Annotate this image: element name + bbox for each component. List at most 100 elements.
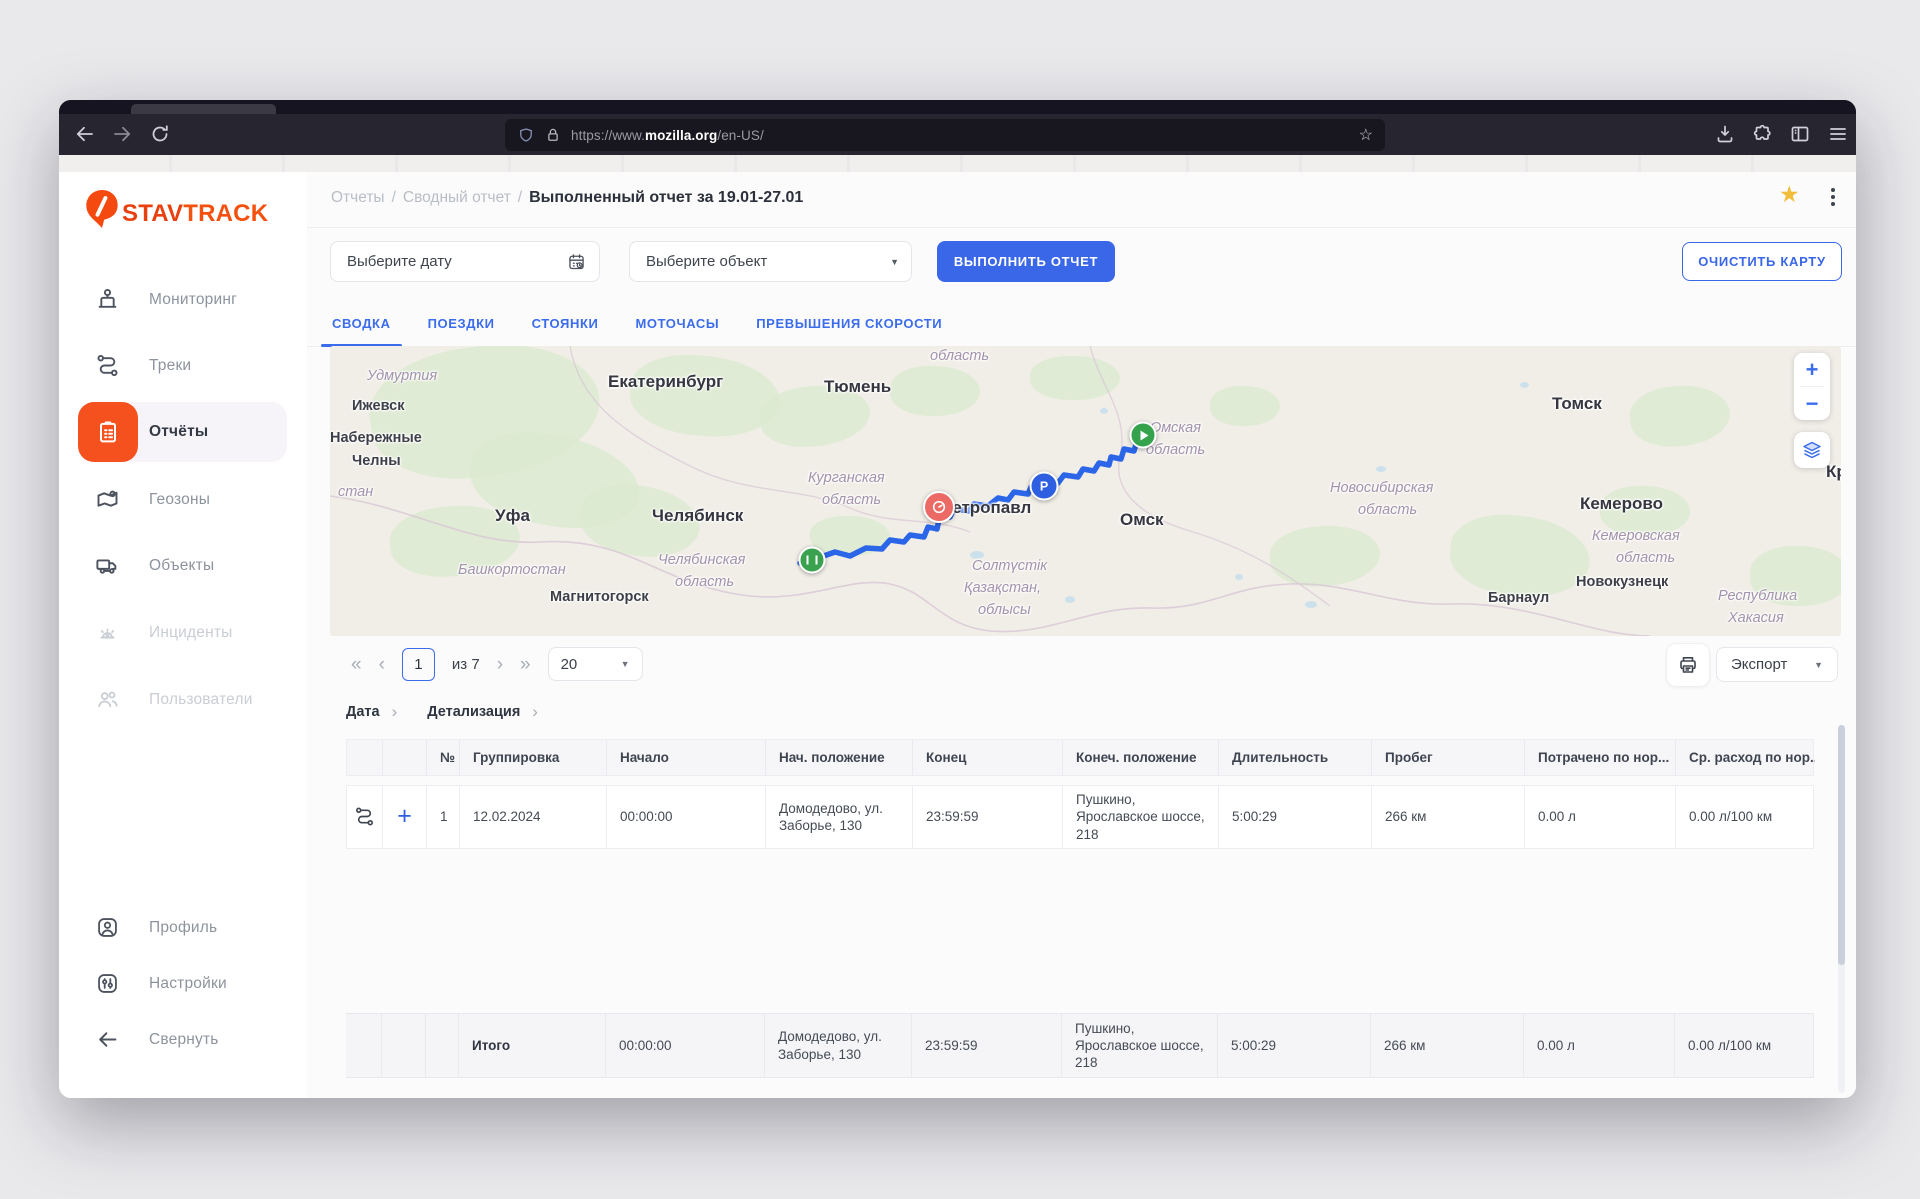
url-bar[interactable]: https://www.mozilla.org/en-US/ ☆ <box>505 119 1385 151</box>
shield-icon[interactable] <box>517 126 535 144</box>
breadcrumb-summary-report[interactable]: Сводный отчет <box>403 189 511 207</box>
map-city-label: Екатеринбург <box>608 372 723 392</box>
map-region-label: Курганская <box>808 470 885 486</box>
sidebar-item-profile[interactable]: Профиль <box>59 900 307 956</box>
group-by-date[interactable]: Дата› <box>346 702 397 722</box>
table-header: №ГруппировкаНачалоНач. положениеКонецКон… <box>346 739 1814 776</box>
column-header: Пробег <box>1372 740 1525 775</box>
scrollbar-thumb[interactable] <box>1838 725 1845 965</box>
sidebar-item-users[interactable]: Пользователи <box>59 672 307 728</box>
table-scrollbar <box>1838 725 1845 1093</box>
reload-icon[interactable] <box>148 122 172 146</box>
map-city-label: Томск <box>1552 394 1602 414</box>
sidebar-item-settings[interactable]: Настройки <box>59 956 307 1012</box>
sidebar-item-label: Мониторинг <box>149 291 237 309</box>
tab-stops[interactable]: СТОЯНКИ <box>521 300 610 346</box>
map-city-label: Барнаул <box>1488 590 1549 606</box>
sidebar-item-monitoring[interactable]: Мониторинг <box>59 272 307 328</box>
forward-icon[interactable] <box>110 122 134 146</box>
object-select[interactable]: Выберите объект ▼ <box>629 241 912 282</box>
profile-icon <box>94 914 121 941</box>
chevron-down-icon: ▼ <box>890 257 899 267</box>
pagination: « ‹ 1 из 7 › » 20▼ <box>351 647 643 681</box>
expand-row-button[interactable]: + <box>383 786 427 848</box>
page-size-select[interactable]: 20▼ <box>548 647 643 681</box>
export-button[interactable]: Экспорт▼ <box>1716 647 1838 682</box>
sidebar-toggle-icon[interactable] <box>1788 122 1812 146</box>
report-tabs: СВОДКА ПОЕЗДКИ СТОЯНКИ МОТОЧАСЫ ПРЕВЫШЕНИЯ С… <box>307 300 1856 347</box>
map-city-label: Кемерово <box>1580 494 1663 514</box>
favorite-star-icon[interactable]: ★ <box>1779 181 1800 208</box>
table-row: +112.02.202400:00:00Домодедово, ул. Забо… <box>346 785 1814 849</box>
breadcrumb-separator: / <box>392 189 396 207</box>
map-region-label: Солтүстік <box>972 558 1047 574</box>
zoom-in-button[interactable]: + <box>1794 353 1830 386</box>
last-page-button[interactable]: » <box>520 655 531 674</box>
clear-map-button[interactable]: ОЧИСТИТЬ КАРТУ <box>1682 242 1842 281</box>
current-page-input[interactable]: 1 <box>402 648 435 681</box>
tab-summary[interactable]: СВОДКА <box>321 300 402 346</box>
zoom-out-button[interactable]: − <box>1794 387 1830 420</box>
sidebar-item-collapse[interactable]: Свернуть <box>59 1012 307 1068</box>
first-page-button[interactable]: « <box>351 655 362 674</box>
map-marker-pause-icon[interactable] <box>799 547 826 574</box>
sidebar-item-objects[interactable]: Объекты <box>59 538 307 594</box>
extensions-icon[interactable] <box>1751 122 1775 146</box>
url-text[interactable]: https://www.mozilla.org/en-US/ <box>571 128 764 143</box>
date-picker-input[interactable]: Выберите дату <box>330 241 600 282</box>
table-cell: 0.00 л/100 км <box>1676 786 1815 848</box>
sidebar-item-label: Пользователи <box>149 691 253 709</box>
browser-tabstrip <box>59 100 1856 114</box>
map-region-label: Челябинская <box>658 552 745 568</box>
map-marker-play-icon[interactable] <box>1130 422 1157 449</box>
main-content: Отчеты / Сводный отчет / Выполненный отч… <box>307 172 1856 1098</box>
table-cell: 5:00:29 <box>1219 786 1372 848</box>
breadcrumb-separator: / <box>518 189 522 207</box>
column-header: Длительность <box>1219 740 1372 775</box>
cell-route-icon <box>347 786 383 848</box>
map-city-label: Челны <box>352 453 401 469</box>
menu-hamburger-icon[interactable] <box>1826 122 1850 146</box>
print-button[interactable] <box>1666 643 1710 687</box>
map-marker-gauge-icon[interactable] <box>923 491 955 523</box>
sidebar-item-label: Треки <box>149 357 191 375</box>
tab-trips[interactable]: ПОЕЗДКИ <box>417 300 506 346</box>
map-marker-parking-icon[interactable]: P <box>1030 472 1059 501</box>
column-header: Нач. положение <box>766 740 913 775</box>
breadcrumb-reports[interactable]: Отчеты <box>331 189 385 207</box>
monitoring-icon <box>94 286 121 313</box>
map-city-label: Уфа <box>495 506 530 526</box>
browser-tab[interactable] <box>131 104 276 114</box>
map-city-label: Новокузнецк <box>1576 574 1668 590</box>
grouping-row: Дата› Детализация› <box>346 702 538 722</box>
prev-page-button[interactable]: ‹ <box>379 655 385 674</box>
lock-icon[interactable] <box>544 126 562 144</box>
route-icon <box>353 805 376 828</box>
tab-engine-hours[interactable]: МОТОЧАСЫ <box>624 300 730 346</box>
browser-window: https://www.mozilla.org/en-US/ ☆ STAVTRA… <box>59 100 1856 1098</box>
kebab-menu-icon[interactable] <box>1823 185 1843 209</box>
map-city-label: Набережные <box>330 430 422 446</box>
sidebar-item-label: Инциденты <box>149 624 233 642</box>
next-page-button[interactable]: › <box>497 655 503 674</box>
reports-icon <box>78 402 138 462</box>
stavtrack-logo[interactable]: STAVTRACK <box>83 188 268 230</box>
map-layers-button[interactable] <box>1794 432 1830 468</box>
sidebar-item-geozones[interactable]: Геозоны <box>59 472 307 528</box>
browser-toolbar: https://www.mozilla.org/en-US/ ☆ <box>59 100 1856 155</box>
tab-speeding[interactable]: ПРЕВЫШЕНИЯ СКОРОСТИ <box>745 300 953 346</box>
map-canvas[interactable]: областьУдмуртияИжевскНабережныеЧелныЕкат… <box>330 346 1841 636</box>
map-city-label: Омск <box>1120 510 1164 530</box>
sidebar-item-incidents[interactable]: Инциденты <box>59 605 307 661</box>
sidebar-item-reports[interactable]: Отчёты <box>59 402 307 462</box>
total-cell: 0.00 л/100 км <box>1675 1014 1814 1077</box>
run-report-button[interactable]: ВЫПОЛНИТЬ ОТЧЕТ <box>937 241 1115 282</box>
group-by-detail[interactable]: Детализация› <box>427 702 538 722</box>
table-cell: Пушкино, Ярославское шоссе, 218 <box>1063 786 1219 848</box>
bookmark-star-icon[interactable]: ☆ <box>1359 125 1373 145</box>
downloads-icon[interactable] <box>1713 122 1737 146</box>
sidebar-item-label: Объекты <box>149 557 214 575</box>
total-cell <box>426 1014 459 1077</box>
back-icon[interactable] <box>73 122 97 146</box>
sidebar-item-tracks[interactable]: Треки <box>59 338 307 394</box>
